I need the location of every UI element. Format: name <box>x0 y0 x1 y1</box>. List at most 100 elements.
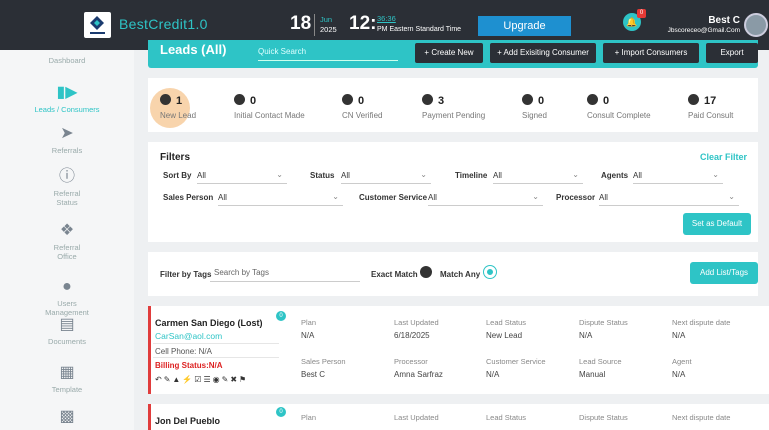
field-value-next-dispute: N/A <box>672 331 686 340</box>
sidebar-item-label: Documents <box>48 337 86 346</box>
export-button[interactable]: Export <box>706 43 758 63</box>
processor-select[interactable]: All ⌄ <box>599 192 739 206</box>
match-any-label: Match Any <box>440 270 481 279</box>
stat-paid-consult[interactable]: 17 Paid Consult <box>688 94 733 120</box>
field-label-lead-source: Lead Source <box>579 357 622 366</box>
date-day: 18 <box>290 13 312 34</box>
clock-minutes: 36:36 <box>377 14 396 23</box>
chevron-down-icon: ⌄ <box>532 192 539 201</box>
field-value-dispute-status: N/A <box>579 331 593 340</box>
add-existing-button[interactable]: + Add Exisiting Consumer <box>490 43 596 63</box>
user-email: Jbscoreceo@Gmail.Com <box>667 27 740 34</box>
exact-match-label: Exact Match <box>371 270 418 279</box>
megaphone-icon: ▮▶ <box>56 84 78 101</box>
field-label-next-dispute: Next dispute date <box>672 413 731 422</box>
shield-icon <box>522 94 533 105</box>
field-label-lead-status: Lead Status <box>486 413 527 422</box>
create-new-button[interactable]: + Create New <box>415 43 483 63</box>
field-label-agent: Agent <box>672 357 692 366</box>
brand-logo[interactable] <box>84 12 111 38</box>
field-value-customer-service: N/A <box>486 370 500 379</box>
sidebar-item-dashboard[interactable]: Dashboard <box>0 56 134 65</box>
field-label-next-dispute: Next dispute date <box>672 318 731 327</box>
clear-filter-link[interactable]: Clear Filter <box>700 152 747 162</box>
chevron-down-icon: ⌄ <box>332 192 339 201</box>
stat-cn-verified[interactable]: 0 CN Verified <box>342 94 382 120</box>
stat-initial-contact[interactable]: 0 Initial Contact Made <box>234 94 305 120</box>
stat-new-lead[interactable]: 1 New Lead <box>160 94 196 120</box>
field-label-plan: Plan <box>301 318 317 327</box>
lead-badge: 0 <box>276 311 286 321</box>
field-label-sales-person: Sales Person <box>301 357 346 366</box>
field-label-dispute-status: Dispute Status <box>579 413 628 422</box>
customer-service-label: Customer Service <box>359 193 428 202</box>
lead-phone: Cell Phone: N/A <box>155 347 212 356</box>
template-icon: ▦ <box>59 364 75 381</box>
shield-icon <box>342 94 353 105</box>
field-value-processor: Amna Sarfraz <box>394 370 443 379</box>
sidebar-item-referrals[interactable]: ➤ Referrals <box>0 125 134 155</box>
agents-select[interactable]: All ⌄ <box>633 170 723 184</box>
add-list-tags-button[interactable]: Add List/Tags <box>690 262 758 284</box>
user-icon: ● <box>62 278 72 295</box>
chevron-down-icon: ⌄ <box>276 170 283 179</box>
field-label-processor: Processor <box>394 357 428 366</box>
quick-search-input[interactable]: Quick Search <box>258 47 398 61</box>
field-label-last-updated: Last Updated <box>394 318 439 327</box>
set-default-button[interactable]: Set as Default <box>683 213 751 235</box>
sales-person-label: Sales Person <box>163 193 214 202</box>
divider <box>153 357 279 358</box>
avatar[interactable] <box>744 13 768 37</box>
lead-email[interactable]: CarSan@aol.com <box>155 331 222 341</box>
chevron-down-icon: ⌄ <box>420 170 427 179</box>
sidebar-item-documents[interactable]: ▤ Documents <box>0 316 134 346</box>
sort-by-select[interactable]: All ⌄ <box>197 170 287 184</box>
sidebar-item-label: Dashboard <box>48 56 86 65</box>
field-value-agent: N/A <box>672 370 686 379</box>
timeline-select[interactable]: All ⌄ <box>493 170 583 184</box>
filters-panel <box>148 142 758 242</box>
sidebar-item-referral-office[interactable]: ❖ Referral Office <box>0 222 134 261</box>
date-year: 2025 <box>320 25 337 34</box>
shield-icon <box>234 94 245 105</box>
sort-by-label: Sort By <box>163 171 192 180</box>
field-value-sales-person: Best C <box>301 370 326 379</box>
field-label-plan: Plan <box>301 413 317 422</box>
lead-name[interactable]: Jon Del Pueblo <box>155 416 220 426</box>
status-select[interactable]: All ⌄ <box>341 170 431 184</box>
field-value-plan: N/A <box>301 331 315 340</box>
sidebar-item-label: Referral Office <box>53 243 81 261</box>
user-name: Best C <box>708 15 740 26</box>
field-value-lead-source: Manual <box>579 370 606 379</box>
sidebar-item-referral-status[interactable]: ⓘ Referral Status <box>0 168 134 207</box>
sales-person-select[interactable]: All ⌄ <box>218 192 343 206</box>
date-divider <box>314 14 315 36</box>
upgrade-button[interactable]: Upgrade <box>478 16 571 36</box>
sidebar-item-label: Referrals <box>51 146 83 155</box>
sidebar-item-users[interactable]: ● Users Management <box>0 278 134 317</box>
lead-action-icons[interactable]: ↶✎▲⚡☑☰◉✎✖⚑ <box>155 375 248 384</box>
stat-consult-complete[interactable]: 0 Consult Complete <box>587 94 651 120</box>
match-any-radio[interactable] <box>484 266 496 278</box>
sidebar-item-leads[interactable]: ▮▶ Leads / Consumers <box>0 84 134 114</box>
shield-icon <box>587 94 598 105</box>
exact-match-radio[interactable] <box>420 266 432 278</box>
timeline-label: Timeline <box>455 171 488 180</box>
sidebar-item-reports[interactable]: ▩ <box>0 408 134 429</box>
sidebar-item-template[interactable]: ▦ Template <box>0 364 134 394</box>
shield-icon <box>688 94 699 105</box>
clock-ampm: PM <box>377 26 388 33</box>
info-icon: ⓘ <box>58 168 75 185</box>
field-label-last-updated: Last Updated <box>394 413 439 422</box>
customer-service-select[interactable]: All ⌄ <box>428 192 543 206</box>
import-button[interactable]: + Import Consumers <box>603 43 699 63</box>
timezone-label: Eastern Standard Time <box>389 26 462 33</box>
tag-search-input[interactable]: Search by Tags <box>210 264 360 282</box>
chevron-down-icon: ⌄ <box>572 170 579 179</box>
stat-signed[interactable]: 0 Signed <box>522 94 547 120</box>
shield-icon <box>160 94 171 105</box>
stat-payment-pending[interactable]: 3 Payment Pending <box>422 94 485 120</box>
sidebar-item-label: Leads / Consumers <box>34 105 100 114</box>
shield-icon <box>422 94 433 105</box>
lead-name[interactable]: Carmen San Diego (Lost) <box>155 318 263 328</box>
